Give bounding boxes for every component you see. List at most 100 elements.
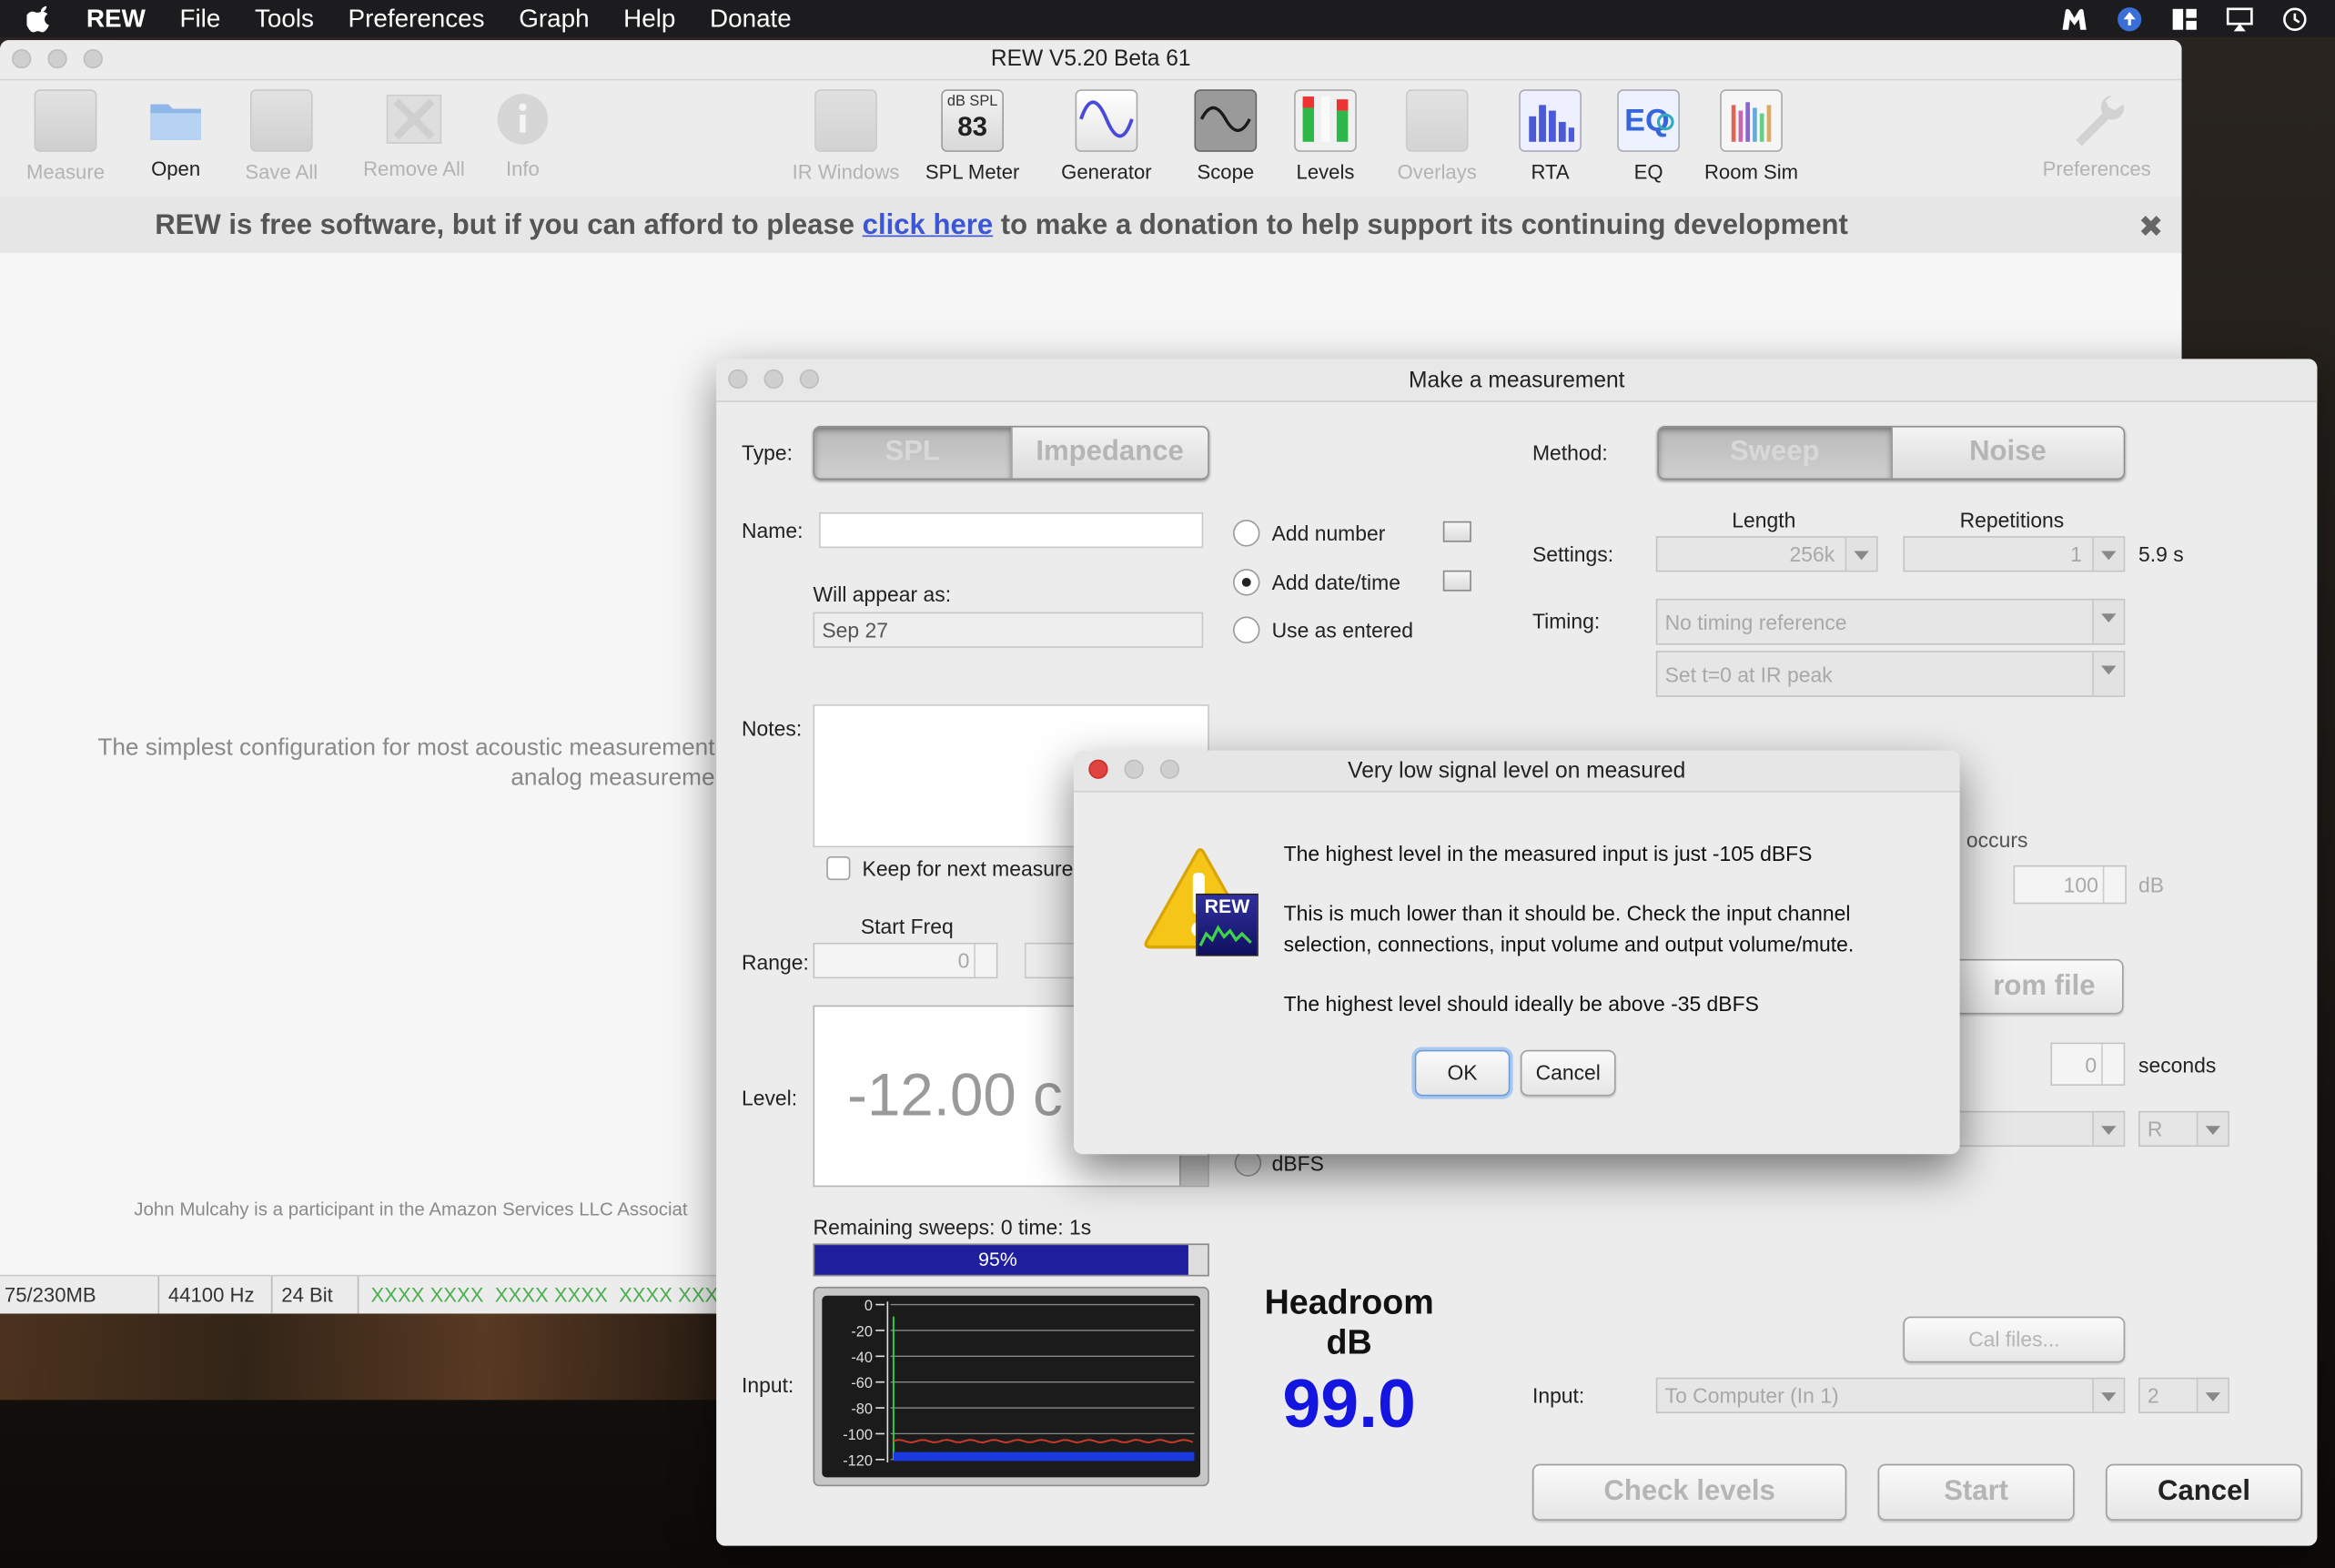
overlays-label: Overlays bbox=[1397, 160, 1477, 184]
overlays-button[interactable]: Overlays bbox=[1385, 89, 1490, 183]
measure-button[interactable]: Measure bbox=[14, 89, 118, 183]
amazon-disclosure: John Mulcahy is a participant in the Ama… bbox=[134, 1199, 688, 1220]
ir-windows-button[interactable]: IR Windows bbox=[791, 89, 901, 183]
menu-rew[interactable]: REW bbox=[86, 4, 146, 34]
preferences-button[interactable]: Preferences bbox=[2037, 89, 2157, 180]
repetitions-combo[interactable]: 1 bbox=[1903, 536, 2126, 572]
start-freq-stepper[interactable] bbox=[974, 944, 996, 977]
keep-notes-checkbox[interactable] bbox=[826, 855, 851, 881]
rta-button[interactable]: RTA bbox=[1498, 89, 1602, 183]
scope-button[interactable]: Scope bbox=[1174, 89, 1279, 183]
scope-label: Scope bbox=[1197, 160, 1255, 184]
type-impedance-button[interactable]: Impedance bbox=[1012, 427, 1208, 479]
sample-rate-status: 44100 Hz bbox=[167, 1283, 255, 1307]
check-levels-button[interactable]: Check levels bbox=[1531, 1463, 1847, 1521]
open-button[interactable]: Open bbox=[124, 89, 228, 180]
sweep-progress-text: 95% bbox=[978, 1248, 1017, 1270]
cal-files-button[interactable]: Cal files... bbox=[1903, 1316, 2126, 1363]
method-noise-button[interactable]: Noise bbox=[1892, 427, 2124, 479]
alert-line-3: selection, connections, input volume and… bbox=[1283, 932, 1855, 956]
status-divider bbox=[357, 1276, 359, 1314]
level-stepper[interactable] bbox=[1179, 1155, 1208, 1186]
appear-as-field: Sep 27 bbox=[813, 612, 1204, 648]
keep-notes-label: Keep for next measure bbox=[862, 855, 1074, 881]
upload-status-icon[interactable] bbox=[2115, 5, 2145, 32]
alert-line-1: The highest level in the measured input … bbox=[1283, 841, 1813, 865]
start-freq-input[interactable]: 0 bbox=[813, 942, 998, 979]
spl-icon-caption: dB SPL bbox=[946, 94, 998, 111]
close-banner-icon[interactable]: ✖ bbox=[2138, 208, 2163, 246]
memory-status: 75/230MB bbox=[4, 1283, 96, 1307]
donation-link[interactable]: click here bbox=[863, 210, 993, 241]
headroom-value: 99.0 bbox=[1282, 1364, 1416, 1442]
rew-badge-icon: REW bbox=[1196, 893, 1258, 956]
main-titlebar: REW V5.20 Beta 61 bbox=[0, 40, 2182, 81]
menu-help[interactable]: Help bbox=[623, 4, 675, 34]
menu-tools[interactable]: Tools bbox=[255, 4, 314, 34]
cancel-measurement-button[interactable]: Cancel bbox=[2106, 1463, 2303, 1521]
type-selector: SPL Impedance bbox=[813, 426, 1209, 480]
name-input[interactable] bbox=[819, 511, 1204, 549]
use-as-entered-radio[interactable] bbox=[1233, 616, 1260, 643]
remove-all-button[interactable]: Remove All bbox=[360, 89, 468, 180]
rta-icon bbox=[1519, 89, 1582, 152]
menu-graph[interactable]: Graph bbox=[519, 4, 589, 34]
welcome-line-1: The simplest configuration for most acou… bbox=[97, 735, 715, 762]
start-freq-value: 0 bbox=[957, 948, 970, 973]
ok-button[interactable]: OK bbox=[1414, 1049, 1511, 1097]
desktop-wallpaper-glow bbox=[0, 1310, 730, 1401]
airplay-icon[interactable] bbox=[2225, 5, 2255, 32]
meter-tick-label: -20 bbox=[851, 1323, 873, 1340]
seconds-label: seconds bbox=[2138, 1053, 2217, 1077]
time-machine-icon[interactable] bbox=[2279, 5, 2310, 32]
room-sim-button[interactable]: Room Sim bbox=[1698, 89, 1805, 183]
eq-label: EQ bbox=[1633, 160, 1663, 184]
generator-icon bbox=[1075, 89, 1138, 152]
rew-badge-graph bbox=[1198, 925, 1252, 946]
length-combo[interactable]: 256k bbox=[1655, 536, 1878, 572]
preferences-label: Preferences bbox=[2042, 157, 2151, 181]
add-number-radio[interactable] bbox=[1233, 520, 1260, 547]
start-freq-label: Start Freq bbox=[860, 914, 954, 938]
add-datetime-radio[interactable] bbox=[1233, 569, 1260, 596]
measure-icon bbox=[34, 89, 97, 152]
save-all-button[interactable]: Save All bbox=[229, 89, 334, 183]
delay-seconds-stepper[interactable] bbox=[2101, 1044, 2124, 1085]
output-device-combo[interactable] bbox=[1937, 1110, 2126, 1148]
main-toolbar: Measure Open Save All Remove All Info IR… bbox=[0, 80, 2182, 197]
clip-threshold-stepper[interactable] bbox=[2102, 866, 2126, 903]
delay-seconds-input[interactable]: 0 bbox=[2050, 1042, 2126, 1087]
output-channel-combo[interactable]: R bbox=[2138, 1110, 2229, 1148]
menu-donate[interactable]: Donate bbox=[710, 4, 792, 34]
number-settings-icon[interactable] bbox=[1442, 521, 1471, 542]
apple-icon[interactable] bbox=[26, 5, 53, 32]
start-button[interactable]: Start bbox=[1877, 1463, 2075, 1521]
generator-button[interactable]: Generator bbox=[1055, 89, 1159, 183]
datetime-settings-icon[interactable] bbox=[1442, 570, 1471, 592]
info-button[interactable]: Info bbox=[470, 89, 575, 180]
malwarebytes-icon[interactable] bbox=[2059, 5, 2089, 32]
room-sim-icon bbox=[1720, 89, 1783, 152]
method-sweep-button[interactable]: Sweep bbox=[1659, 427, 1893, 479]
input-channel-combo[interactable]: 2 bbox=[2138, 1377, 2229, 1414]
clip-threshold-input[interactable]: 100 bbox=[2013, 865, 2127, 905]
levels-button[interactable]: Levels bbox=[1273, 89, 1378, 183]
timing-reference-combo[interactable]: No timing reference bbox=[1655, 598, 2126, 645]
info-icon bbox=[493, 89, 552, 148]
main-window-title: REW V5.20 Beta 61 bbox=[990, 46, 1191, 72]
alert-cancel-button[interactable]: Cancel bbox=[1520, 1049, 1616, 1097]
input-device-combo[interactable]: To Computer (In 1) bbox=[1655, 1377, 2126, 1414]
type-spl-button[interactable]: SPL bbox=[814, 427, 1013, 479]
timing-t0-combo[interactable]: Set t=0 at IR peak bbox=[1655, 651, 2126, 697]
eq-button[interactable]: EQ EQ bbox=[1596, 89, 1701, 183]
menu-preferences[interactable]: Preferences bbox=[349, 4, 485, 34]
alert-titlebar: Very low signal level on measured bbox=[1073, 750, 1960, 793]
menu-file[interactable]: File bbox=[179, 4, 220, 34]
donation-text: REW is free software, but if you can aff… bbox=[155, 210, 1848, 243]
eq-icon: EQ bbox=[1617, 89, 1680, 152]
spl-meter-label: SPL Meter bbox=[925, 160, 1020, 184]
window-layout-icon[interactable] bbox=[2169, 5, 2199, 32]
headroom-title: Headroom bbox=[1264, 1282, 1434, 1321]
settings-label: Settings: bbox=[1531, 541, 1614, 566]
spl-meter-button[interactable]: dB SPL 83 SPL Meter bbox=[919, 89, 1026, 183]
